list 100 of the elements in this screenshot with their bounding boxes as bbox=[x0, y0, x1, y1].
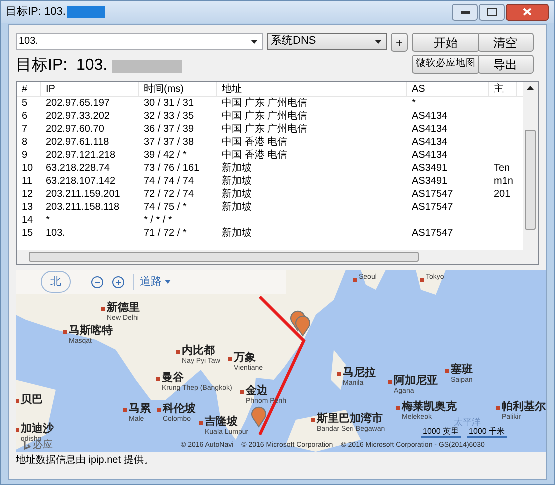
table-cell-text: 中国 广东 广州电信 bbox=[222, 110, 308, 124]
table-cell-text: 6 bbox=[22, 110, 28, 124]
clear-button[interactable]: 清空 bbox=[478, 33, 534, 52]
caret-icon bbox=[165, 280, 171, 284]
redaction-block bbox=[112, 60, 182, 72]
city-label: 内比都 bbox=[182, 345, 215, 357]
table-cell-text: 32 / 33 / 35 bbox=[144, 110, 194, 124]
table-cell-text: 11 bbox=[22, 175, 32, 189]
table-cell-text: * / * / * bbox=[144, 214, 172, 228]
table-cell-text: 202.97.61.118 bbox=[46, 136, 110, 150]
minimize-button[interactable] bbox=[452, 4, 478, 20]
caret-icon bbox=[251, 40, 258, 44]
horizontal-scrollbar[interactable] bbox=[17, 250, 538, 264]
scroll-up-icon bbox=[527, 86, 534, 90]
table-cell-text: 新加坡 bbox=[222, 188, 252, 202]
table-cell-text: 10 bbox=[22, 162, 34, 176]
column-header[interactable]: 时间(ms) bbox=[139, 82, 217, 96]
minimize-icon bbox=[460, 10, 470, 14]
start-button[interactable]: 开始 bbox=[412, 33, 480, 52]
table-cell-text: 中国 香港 电信 bbox=[222, 148, 288, 162]
city-label: 马斯喀特 bbox=[69, 325, 113, 337]
bing-logo-icon bbox=[24, 440, 31, 450]
table-cell-text: 71 / 72 / * bbox=[144, 227, 187, 241]
target-input[interactable]: 103. bbox=[16, 33, 263, 50]
maximize-icon bbox=[487, 8, 497, 16]
table-cell-text: AS17547 bbox=[412, 227, 454, 241]
table-cell-text: 39 / 42 / * bbox=[144, 149, 187, 163]
table-cell-text: 新加坡 bbox=[222, 174, 252, 188]
city-label: 万象 bbox=[234, 352, 256, 364]
vertical-scrollbar[interactable] bbox=[523, 82, 538, 250]
table-cell-text: * bbox=[412, 97, 416, 111]
road-menu[interactable]: 道路 bbox=[133, 274, 171, 290]
table-cell-text: 201 bbox=[494, 188, 511, 202]
map-drawing[interactable] bbox=[16, 270, 546, 452]
table-cell-text: 5 bbox=[22, 97, 28, 111]
city-label: 科伦坡 bbox=[163, 403, 196, 415]
export-button[interactable]: 导出 bbox=[478, 55, 534, 74]
city-label: 塞班 bbox=[451, 364, 473, 376]
column-header[interactable]: AS bbox=[407, 82, 489, 96]
column-header[interactable]: # bbox=[17, 82, 41, 96]
table-cell-text: 202.97.60.70 bbox=[46, 123, 104, 137]
city-label: 曼谷 bbox=[162, 372, 184, 384]
table-cell-text: 72 / 72 / 74 bbox=[144, 188, 194, 202]
table-cell-text: AS17547 bbox=[412, 201, 454, 215]
city-label: 吉隆坡 bbox=[205, 416, 238, 428]
maximize-button[interactable] bbox=[479, 4, 505, 20]
city-label: 阿加尼亚 bbox=[394, 375, 438, 387]
zoom-in-icon[interactable] bbox=[112, 276, 125, 288]
table-cell-text: AS3491 bbox=[412, 162, 448, 176]
map-button[interactable]: 微软必应地图 bbox=[412, 55, 480, 74]
city-label: 斯里巴加湾市 bbox=[317, 413, 383, 425]
column-header[interactable]: 地址 bbox=[217, 82, 407, 96]
city-label: 贝巴 bbox=[21, 394, 43, 406]
table-cell-text: 新加坡 bbox=[222, 226, 252, 241]
column-header[interactable]: 主 bbox=[489, 82, 517, 96]
target-ip-heading: 目标IP: 103. bbox=[16, 56, 108, 76]
scale-bar: 1000 英里 bbox=[421, 427, 462, 438]
location-pin-icon bbox=[295, 315, 311, 337]
window-title: 目标IP: 103. bbox=[6, 4, 66, 20]
table-cell-text: 103. bbox=[46, 227, 66, 241]
table-cell-text: 中国 广东 广州电信 bbox=[222, 122, 308, 136]
city-label: 梅莱凯奥克 bbox=[402, 401, 457, 413]
city-label: 马累 bbox=[129, 403, 151, 415]
table-cell-text: 36 / 37 / 39 bbox=[144, 123, 194, 137]
table-cell-text: m1n bbox=[494, 175, 514, 189]
table-cell-text: 63.218.228.74 bbox=[46, 162, 110, 176]
island-drawing bbox=[361, 270, 386, 290]
city-label: 金边 bbox=[246, 385, 268, 397]
zoom-out-icon[interactable] bbox=[91, 276, 104, 288]
table-cell-text: 8 bbox=[22, 136, 28, 150]
compass-button[interactable]: 北 bbox=[41, 271, 71, 293]
table-cell-text: 13 bbox=[22, 201, 34, 215]
table-cell-text: AS17547 bbox=[412, 188, 454, 202]
add-button[interactable]: + bbox=[391, 33, 408, 52]
table-cell-text: 203.211.158.118 bbox=[46, 201, 120, 215]
dns-select[interactable]: 系统DNS bbox=[267, 33, 387, 50]
table-cell-text: 202.97.33.202 bbox=[46, 110, 110, 124]
city-label: 新德里 bbox=[107, 302, 140, 314]
table-cell-text: 12 bbox=[22, 188, 34, 202]
table-cell-text: 203.211.159.201 bbox=[46, 188, 120, 202]
table-cell-text: 新加坡 bbox=[222, 200, 252, 215]
column-header[interactable]: IP bbox=[41, 82, 139, 96]
table-cell-text: 14 bbox=[22, 214, 34, 228]
table-cell-text: Ten bbox=[494, 162, 510, 176]
redaction-block bbox=[66, 6, 105, 18]
table-cell-text: AS4134 bbox=[412, 149, 448, 163]
ocean-label: 太平洋 bbox=[454, 417, 481, 427]
table-cell-text: 73 / 76 / 161 bbox=[144, 162, 200, 176]
table-cell-text: AS4134 bbox=[412, 136, 448, 150]
table-cell-text: AS4134 bbox=[412, 110, 448, 124]
caret-icon bbox=[375, 40, 382, 44]
city-label: 马尼拉 bbox=[343, 367, 376, 379]
island-drawing bbox=[416, 270, 446, 295]
table-cell-text: 37 / 37 / 38 bbox=[144, 136, 194, 150]
close-button[interactable] bbox=[506, 4, 549, 20]
table-cell-text: 202.97.121.218 bbox=[46, 149, 116, 163]
table-cell-text: 15 bbox=[22, 227, 34, 241]
close-icon bbox=[523, 8, 532, 16]
table-cell-text: 63.218.107.142 bbox=[46, 175, 116, 189]
table-cell-text: AS4134 bbox=[412, 123, 448, 137]
